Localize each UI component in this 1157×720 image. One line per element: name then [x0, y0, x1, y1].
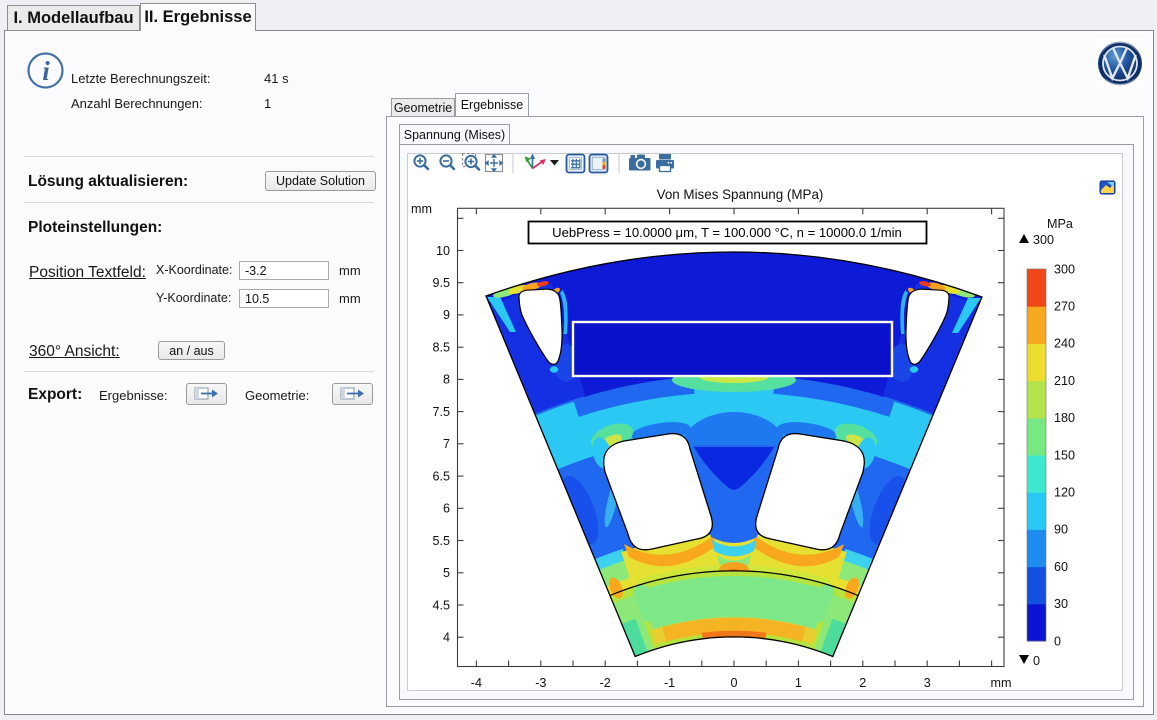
svg-text:MPa: MPa	[1047, 217, 1073, 231]
svg-text:-2: -2	[600, 676, 611, 690]
svg-text:300: 300	[1054, 262, 1075, 276]
svg-text:0: 0	[1054, 634, 1061, 648]
svg-text:8.5: 8.5	[432, 341, 450, 355]
svg-text:mm: mm	[411, 202, 432, 216]
svg-text:i: i	[42, 56, 50, 86]
svg-text:90: 90	[1054, 523, 1068, 537]
svg-text:2: 2	[859, 676, 866, 690]
svg-text:-1: -1	[664, 676, 675, 690]
svg-text:-3: -3	[535, 676, 546, 690]
svg-text:6: 6	[443, 502, 450, 516]
svg-text:7.5: 7.5	[432, 405, 450, 419]
svg-text:5.5: 5.5	[432, 534, 450, 548]
svg-text:4: 4	[443, 631, 450, 645]
svg-text:180: 180	[1054, 411, 1075, 425]
svg-text:3: 3	[924, 676, 931, 690]
svg-text:210: 210	[1054, 374, 1075, 388]
svg-text:300: 300	[1033, 233, 1054, 247]
svg-text:6.5: 6.5	[432, 469, 450, 483]
svg-text:270: 270	[1054, 300, 1075, 314]
svg-text:1: 1	[795, 676, 802, 690]
svg-text:4.5: 4.5	[432, 598, 450, 612]
svg-text:30: 30	[1054, 597, 1068, 611]
svg-text:60: 60	[1054, 560, 1068, 574]
svg-text:9: 9	[443, 308, 450, 322]
svg-text:5: 5	[443, 566, 450, 580]
svg-text:-4: -4	[471, 676, 482, 690]
svg-text:0: 0	[1033, 654, 1040, 668]
svg-text:10: 10	[436, 244, 450, 258]
svg-text:150: 150	[1054, 448, 1075, 462]
svg-text:Von Mises Spannung (MPa): Von Mises Spannung (MPa)	[657, 187, 824, 202]
svg-text:UebPress = 10.0000 μm, T = 100: UebPress = 10.0000 μm, T = 100.000 °C, n…	[552, 225, 902, 240]
svg-text:9.5: 9.5	[432, 276, 450, 290]
svg-text:8: 8	[443, 373, 450, 387]
svg-text:mm: mm	[991, 676, 1012, 690]
svg-text:240: 240	[1054, 337, 1075, 351]
svg-text:120: 120	[1054, 486, 1075, 500]
svg-text:0: 0	[730, 676, 737, 690]
svg-text:7: 7	[443, 437, 450, 451]
